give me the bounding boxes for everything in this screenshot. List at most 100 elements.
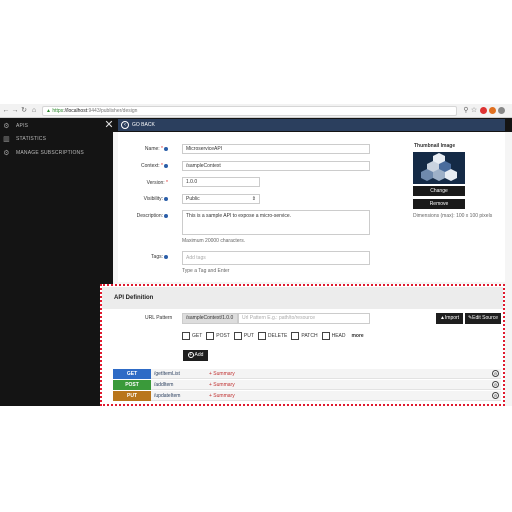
verb-label: PATCH <box>301 333 318 339</box>
tags-input[interactable]: Add tags <box>182 251 370 265</box>
add-label: Add <box>194 352 204 358</box>
menu-icon[interactable] <box>498 107 505 114</box>
checkbox[interactable] <box>206 332 215 340</box>
resource-row[interactable]: POST /addItem + Summary ⊖ <box>113 380 501 390</box>
sidebar: ⚙ APIS ▥ STATISTICS ⚙ MANAGE SUBSCRIPTIO… <box>0 118 113 406</box>
add-resource-button[interactable]: + Add <box>183 350 208 361</box>
resource-path: /getItemList <box>154 371 180 377</box>
version-label: Version: * <box>146 180 168 186</box>
chevron-left-icon: ‹ <box>121 121 129 129</box>
verb-delete[interactable]: DELETE <box>257 332 288 340</box>
summary-link[interactable]: + Summary <box>209 391 235 401</box>
resource-path: /addItem <box>154 382 174 388</box>
context-prefix: /sampleContext/1.0.0 <box>182 313 238 324</box>
verb-label: GET <box>192 333 203 339</box>
forward-arrow-icon[interactable]: → <box>11 107 19 115</box>
delete-icon[interactable]: ⊖ <box>492 370 499 377</box>
sidebar-item-manage-subscriptions[interactable]: ⚙ MANAGE SUBSCRIPTIONS <box>3 148 84 158</box>
close-icon[interactable]: ✕ <box>104 119 114 131</box>
context-label: Context: * <box>108 163 168 169</box>
plus-icon: + <box>187 352 194 358</box>
tags-hint: Type a Tag and Enter <box>182 268 230 274</box>
verb-label: DELETE <box>267 333 288 339</box>
resource-row[interactable]: GET /getItemList + Summary ⊖ <box>113 369 501 379</box>
address-bar[interactable]: ▲ https://localhost:9443/publisher/desig… <box>42 106 457 116</box>
sidebar-item-label: STATISTICS <box>16 136 47 142</box>
more-link[interactable]: more <box>351 333 363 339</box>
back-arrow-icon[interactable]: ← <box>2 107 10 115</box>
lock-icon: ▲ <box>46 108 51 114</box>
method-badge-get: GET <box>113 369 151 379</box>
reload-icon[interactable]: ↻ <box>20 107 28 115</box>
sidebar-item-apis[interactable]: ⚙ APIS <box>3 121 28 131</box>
star-icon[interactable]: ☆ <box>470 107 478 115</box>
help-icon <box>164 196 168 201</box>
remove-thumbnail-button[interactable]: Remove <box>413 199 465 209</box>
verb-post[interactable]: POST <box>206 332 230 340</box>
resource-path: /updateItem <box>154 393 181 399</box>
verb-get[interactable]: GET <box>182 332 202 340</box>
api-definition-title: API Definition <box>114 295 154 301</box>
sidebar-item-statistics[interactable]: ▥ STATISTICS <box>3 134 46 144</box>
go-back-button[interactable]: ‹ GO BACK <box>118 119 505 131</box>
delete-icon[interactable]: ⊖ <box>492 381 499 388</box>
url-pattern-label: URL Pattern <box>145 315 173 321</box>
verb-patch[interactable]: PATCH <box>291 332 318 340</box>
visibility-value: Public <box>186 196 200 202</box>
url-path: :9443/publisher/design <box>87 108 138 114</box>
thumbnail-image <box>413 152 465 184</box>
select-arrows-icon: ⇕ <box>251 196 256 202</box>
zoom-icon[interactable]: ⚲ <box>462 107 470 115</box>
change-thumbnail-button[interactable]: Change <box>413 186 465 196</box>
checkbox[interactable] <box>257 332 266 340</box>
help-icon <box>164 163 168 168</box>
url-host: ://localhost <box>63 108 88 114</box>
api-definition-header <box>102 287 503 309</box>
method-badge-post: POST <box>113 380 151 390</box>
verb-label: POST <box>216 333 230 339</box>
method-badge-put: PUT <box>113 391 151 401</box>
context-field[interactable]: /sampleContext <box>182 161 370 171</box>
verb-put[interactable]: PUT <box>233 332 254 340</box>
name-label: Name: * <box>108 146 168 152</box>
gear-icon: ⚙ <box>3 149 10 157</box>
summary-link[interactable]: + Summary <box>209 380 235 390</box>
chart-icon: ▥ <box>3 135 10 143</box>
description-label: Description: <box>108 213 168 219</box>
home-icon[interactable]: ⌂ <box>30 107 38 115</box>
http-verbs: GET POST PUT DELETE PATCH HEAD more <box>182 332 364 340</box>
url-scheme: https <box>52 108 64 114</box>
summary-link[interactable]: + Summary <box>209 369 235 379</box>
sidebar-item-label: APIS <box>16 123 29 129</box>
verb-head[interactable]: HEAD <box>321 332 346 340</box>
hexagon-logo-icon <box>421 153 457 181</box>
url-pattern-input[interactable]: Url Pattern E.g.: path/to/resource <box>238 313 370 324</box>
extension-icon[interactable] <box>489 107 496 114</box>
description-textarea[interactable]: This is a sample API to expose a micro-s… <box>182 210 370 235</box>
visibility-select[interactable]: Public ⇕ <box>182 194 260 204</box>
go-back-label: GO BACK <box>132 122 155 128</box>
tags-label: Tags: <box>108 254 168 260</box>
help-icon <box>164 254 168 259</box>
resource-row[interactable]: PUT /updateItem + Summary ⊖ <box>113 391 501 401</box>
checkbox[interactable] <box>291 332 300 340</box>
version-field[interactable]: 1.0.0 <box>182 177 260 187</box>
visibility-label: Visibility: <box>108 196 168 202</box>
import-label: Import <box>444 315 460 321</box>
extension-icon[interactable] <box>480 107 487 114</box>
name-field[interactable]: MicroserviceAPI <box>182 144 370 154</box>
checkbox[interactable] <box>182 332 190 340</box>
verb-label: HEAD <box>331 333 346 339</box>
checkbox[interactable] <box>233 332 242 340</box>
checkbox[interactable] <box>321 332 330 340</box>
edit-source-button[interactable]: ✎Edit Source <box>465 313 501 324</box>
sidebar-item-label: MANAGE SUBSCRIPTIONS <box>16 150 84 156</box>
browser-toolbar: ← → ↻ ⌂ ▲ https://localhost:9443/publish… <box>0 104 512 118</box>
verb-label: PUT <box>243 333 254 339</box>
delete-icon[interactable]: ⊖ <box>492 392 499 399</box>
import-button[interactable]: ▲Import <box>436 313 463 324</box>
thumbnail-dimensions: Dimensions (max): 100 x 100 pixels <box>413 213 493 219</box>
help-icon <box>164 146 168 151</box>
thumbnail-title: Thumbnail Image <box>414 143 456 149</box>
help-icon <box>164 213 168 218</box>
